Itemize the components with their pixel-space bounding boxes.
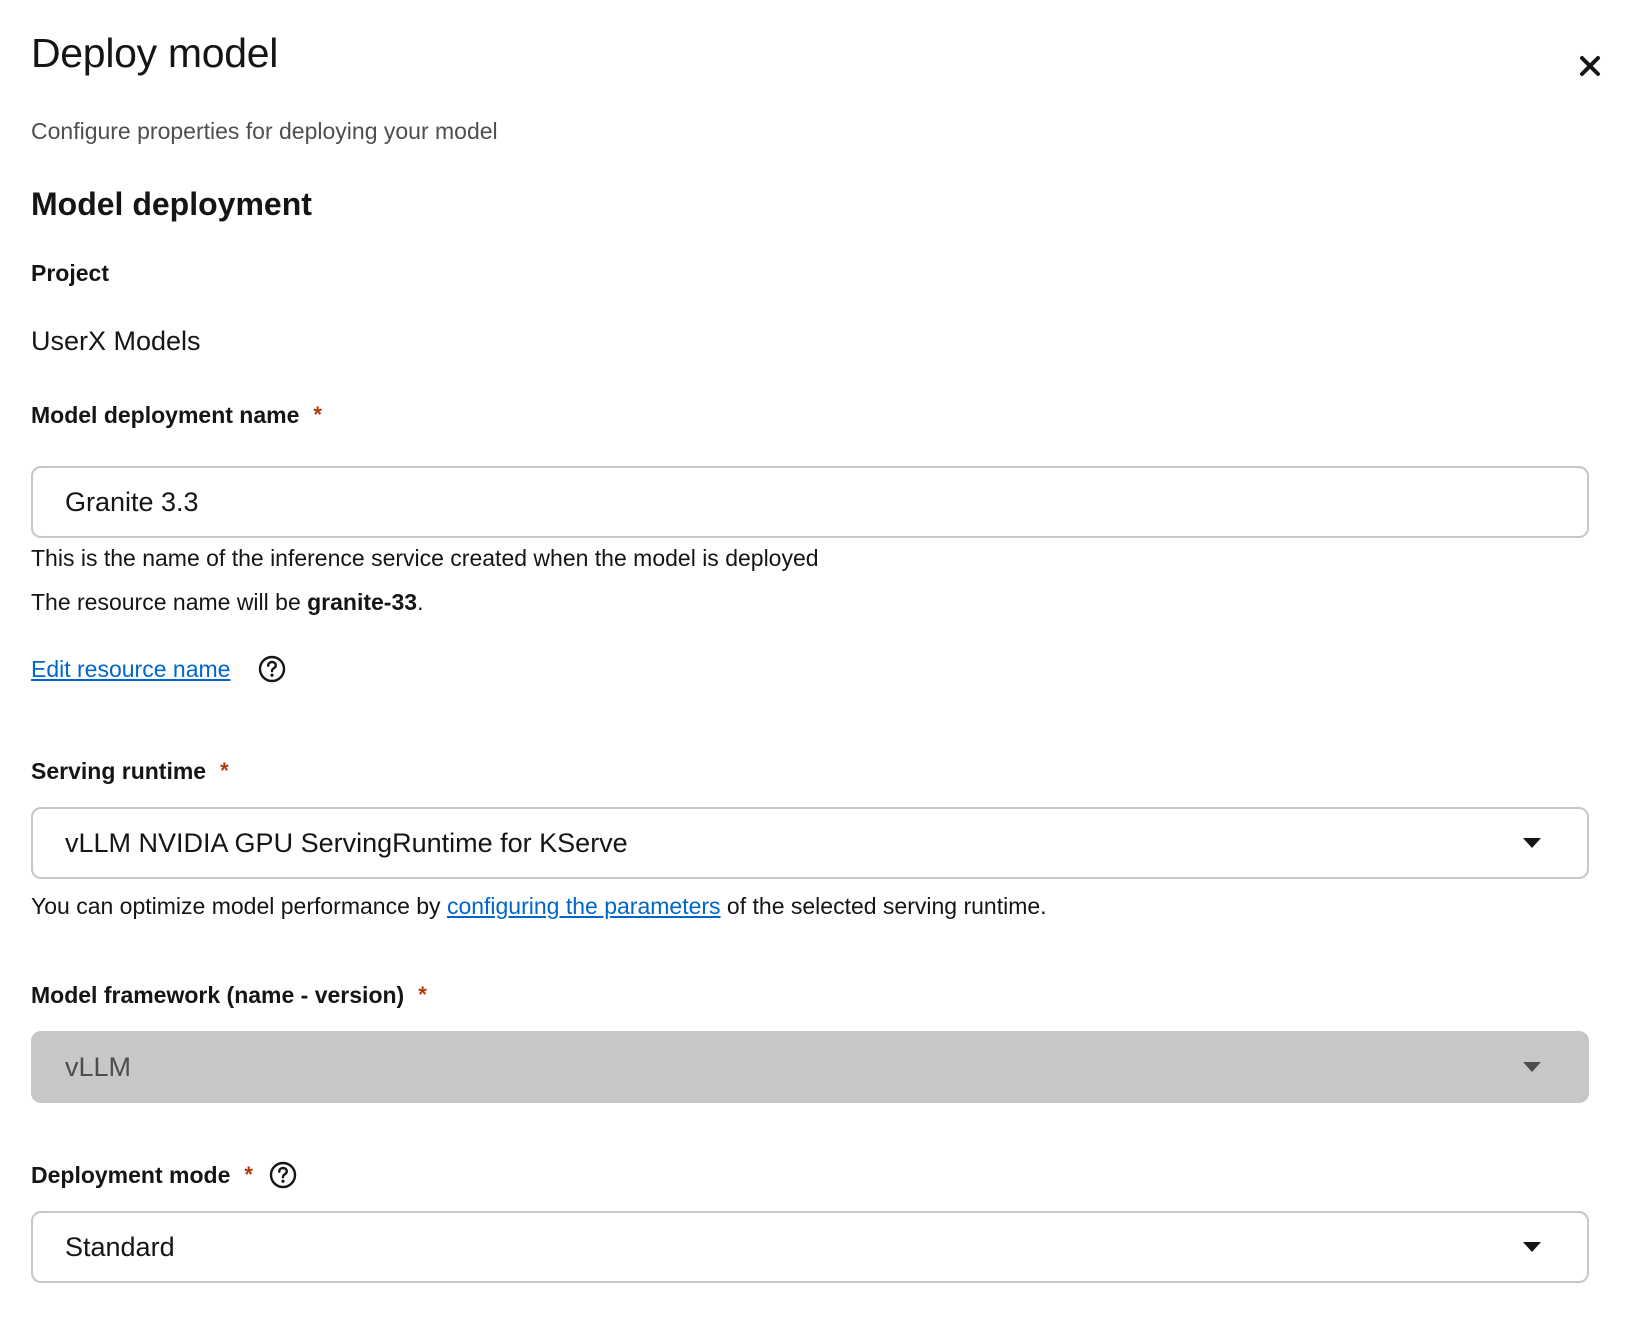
- model-framework-label: Model framework (name - version) *: [31, 982, 427, 1008]
- serving-runtime-label: Serving runtime *: [31, 758, 229, 784]
- project-value: UserX Models: [31, 326, 201, 356]
- edit-resource-row: Edit resource name: [31, 654, 286, 684]
- required-indicator: *: [220, 758, 229, 783]
- resource-name-text: The resource name will be granite-33.: [31, 589, 424, 615]
- help-icon[interactable]: [258, 655, 286, 683]
- section-title: Model deployment: [31, 186, 312, 222]
- resource-name-value: granite-33: [307, 589, 418, 615]
- deployment-mode-label: Deployment mode *: [31, 1160, 297, 1190]
- deployment-name-field[interactable]: [31, 466, 1589, 538]
- caret-down-icon: [1523, 838, 1541, 848]
- deploy-model-modal: Deploy model Configure properties for de…: [0, 0, 1628, 1322]
- required-indicator: *: [313, 402, 322, 427]
- deployment-mode-selected: Standard: [65, 1231, 175, 1262]
- modal-title: Deploy model: [31, 30, 279, 76]
- serving-runtime-selected: vLLM NVIDIA GPU ServingRuntime for KServ…: [65, 827, 628, 858]
- serving-runtime-helper: You can optimize model performance by co…: [31, 893, 1047, 919]
- deployment-name-label: Model deployment name *: [31, 402, 322, 428]
- modal-description: Configure properties for deploying your …: [31, 118, 498, 144]
- close-button[interactable]: [1572, 48, 1608, 84]
- help-icon[interactable]: [269, 1161, 297, 1189]
- required-indicator: *: [244, 1162, 253, 1187]
- caret-down-icon: [1523, 1062, 1541, 1072]
- deployment-mode-select[interactable]: Standard: [31, 1211, 1589, 1283]
- model-framework-selected: vLLM: [65, 1051, 132, 1082]
- configure-parameters-link[interactable]: configuring the parameters: [447, 893, 721, 919]
- deployment-name-input[interactable]: [65, 486, 1555, 518]
- close-icon: [1580, 56, 1600, 76]
- project-label: Project: [31, 260, 109, 286]
- serving-runtime-select[interactable]: vLLM NVIDIA GPU ServingRuntime for KServ…: [31, 807, 1589, 879]
- model-framework-select: vLLM: [31, 1031, 1589, 1103]
- deployment-name-helper: This is the name of the inference servic…: [31, 545, 819, 571]
- edit-resource-name-link[interactable]: Edit resource name: [31, 654, 230, 684]
- caret-down-icon: [1523, 1242, 1541, 1252]
- required-indicator: *: [418, 982, 427, 1007]
